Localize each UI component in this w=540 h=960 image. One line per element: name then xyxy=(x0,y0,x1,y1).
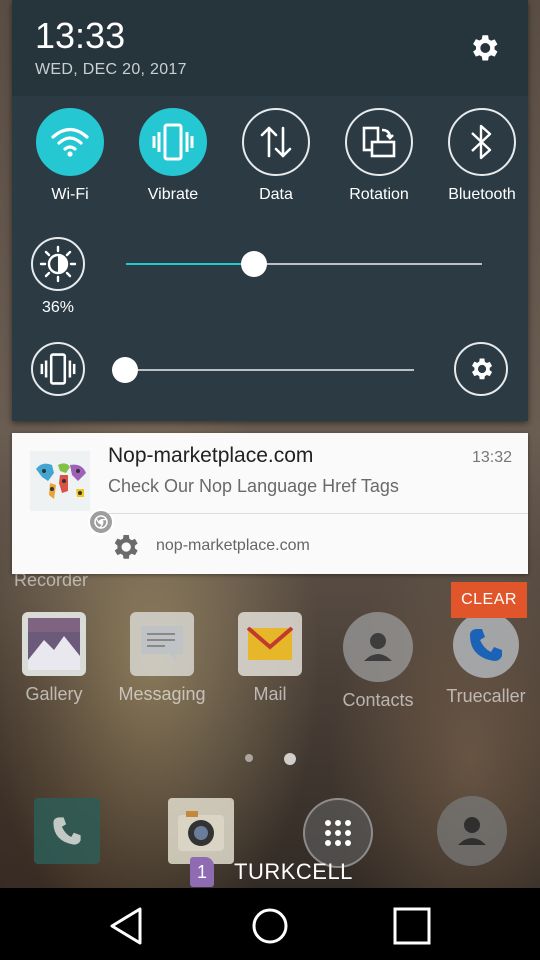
clock: 13:33 xyxy=(35,15,126,56)
bluetooth-icon xyxy=(448,108,516,176)
wifi-icon xyxy=(36,108,104,176)
dock-camera-icon[interactable] xyxy=(168,798,234,864)
tile-label: Bluetooth xyxy=(448,186,516,203)
slider-thumb[interactable] xyxy=(241,251,268,277)
clear-all-button[interactable]: CLEAR xyxy=(451,582,527,618)
carrier-name: TURKCELL xyxy=(234,859,353,884)
app-mail[interactable]: Mail xyxy=(218,612,322,705)
divider xyxy=(108,513,528,514)
quick-settings-header: 13:33 WED, DEC 20, 2017 xyxy=(12,0,528,96)
vibrate-mode-icon[interactable] xyxy=(31,342,85,396)
app-label: Contacts xyxy=(342,690,414,710)
message-icon xyxy=(130,612,194,676)
tile-label: Data xyxy=(259,186,293,203)
site-settings-gear-icon[interactable] xyxy=(108,530,142,564)
notification-action-label[interactable]: nop-marketplace.com xyxy=(156,537,310,555)
gallery-icon xyxy=(22,612,86,676)
app-contacts[interactable]: Contacts xyxy=(326,612,430,711)
notification-text: Check Our Nop Language Href Tags xyxy=(108,476,399,496)
brightness-slider[interactable] xyxy=(126,250,482,278)
app-truecaller[interactable]: Truecaller xyxy=(434,612,538,707)
tile-label: Wi-Fi xyxy=(51,186,89,203)
page-indicator-dot-active xyxy=(284,753,296,765)
brightness-icon[interactable] xyxy=(31,237,85,291)
slider-track xyxy=(112,369,414,371)
page-indicator-dot xyxy=(245,754,253,762)
tile-wifi[interactable]: Wi-Fi xyxy=(20,108,120,204)
app-label: Mail xyxy=(253,684,287,704)
data-arrows-icon xyxy=(242,108,310,176)
volume-settings-gear-icon[interactable] xyxy=(454,342,508,396)
vibrate-icon xyxy=(139,108,207,176)
app-label: Truecaller xyxy=(446,686,526,706)
contact-icon xyxy=(343,612,413,682)
notification-title: Nop-marketplace.com xyxy=(108,444,314,467)
phone-icon xyxy=(453,612,519,678)
navigation-bar xyxy=(0,888,540,960)
tile-rotation[interactable]: Rotation xyxy=(329,108,429,204)
app-label: Gallery xyxy=(25,684,83,704)
brightness-percent: 36% xyxy=(41,299,75,316)
tile-data[interactable]: Data xyxy=(226,108,326,204)
tile-bluetooth[interactable]: Bluetooth xyxy=(432,108,532,204)
tile-vibrate[interactable]: Vibrate xyxy=(123,108,223,204)
slider-fill xyxy=(126,263,255,265)
date: WED, DEC 20, 2017 xyxy=(35,61,187,78)
settings-gear-icon[interactable] xyxy=(464,28,504,68)
volume-slider[interactable] xyxy=(112,356,414,384)
back-icon[interactable] xyxy=(104,904,148,948)
dock-phone-icon[interactable] xyxy=(34,798,100,864)
sim-badge: 1 xyxy=(190,857,214,887)
recents-icon[interactable] xyxy=(390,904,434,948)
home-icon[interactable] xyxy=(248,904,292,948)
app-messaging[interactable]: Messaging xyxy=(110,612,214,705)
carrier-label: 1 TURKCELL xyxy=(190,856,353,888)
mail-icon xyxy=(238,612,302,676)
notification-card[interactable]: Nop-marketplace.com 13:32 Check Our Nop … xyxy=(12,433,528,574)
quick-settings-panel: 13:33 WED, DEC 20, 2017 Wi-Fi Vibrate Da… xyxy=(12,0,528,421)
slider-thumb[interactable] xyxy=(112,357,138,383)
world-map-people-icon xyxy=(30,451,114,535)
notification-time: 13:32 xyxy=(472,449,513,466)
tile-label: Rotation xyxy=(349,186,409,203)
rotation-icon xyxy=(345,108,413,176)
app-gallery[interactable]: Gallery xyxy=(2,612,106,705)
dock-contact-icon[interactable] xyxy=(437,796,507,866)
app-label: Messaging xyxy=(118,684,206,704)
tile-label: Vibrate xyxy=(147,186,199,203)
